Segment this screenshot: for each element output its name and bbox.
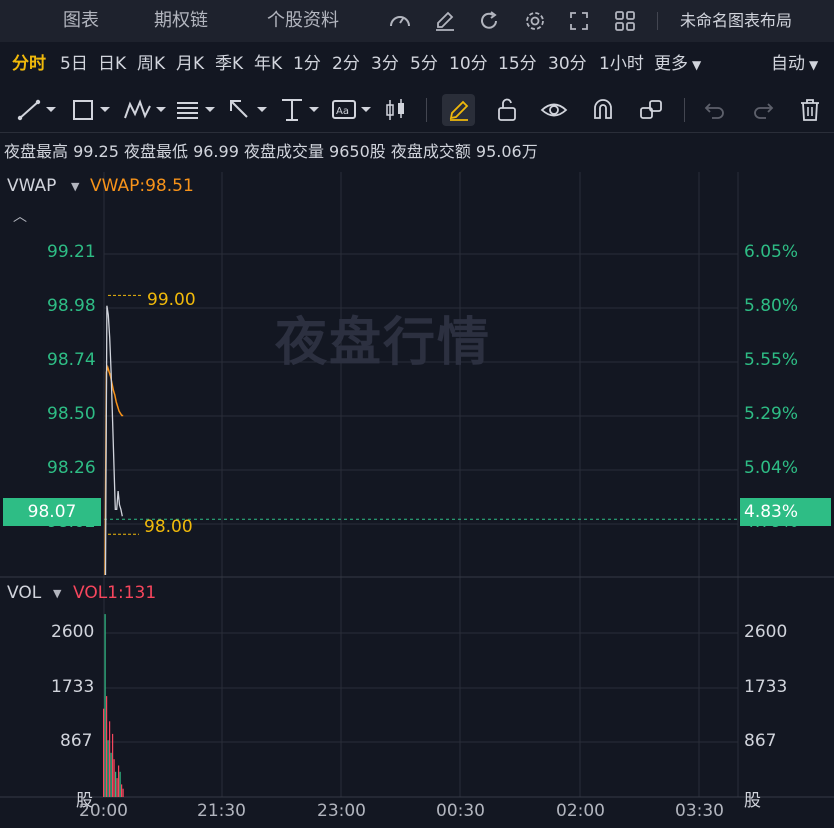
percent-axis-tick: 5.29% [744,404,799,424]
percent-axis-tick: 5.80% [744,296,799,316]
volume-bar [110,752,112,797]
watermark: 夜盘行情 [275,313,492,373]
volume-bar [118,765,120,797]
chevron-down-icon[interactable]: ▼ [71,180,79,193]
volume-bar [121,784,123,797]
volume-bar [106,696,108,797]
volume-bar [104,614,106,797]
price-markers [108,294,142,535]
percent-axis-tick: 5.04% [744,458,799,478]
price-chart[interactable] [0,0,834,828]
high-price-label: 99.00 [147,290,196,310]
volume-indicator-name[interactable]: VOL [7,583,41,603]
volume-bars [103,614,124,797]
volume-bar [107,740,109,797]
time-axis-tick: 23:00 [317,801,366,821]
volume-axis-tick: 1733 [744,677,788,697]
volume-axis-tick: 867 [744,731,777,751]
percent-axis-tick: 5.55% [744,350,799,370]
volume-axis-tick: 867 [60,731,93,751]
percent-axis-tick: 6.05% [744,242,799,262]
chevron-down-icon[interactable]: ▼ [53,587,61,600]
time-axis-tick: 21:30 [197,801,246,821]
time-axis-tick: 00:30 [436,801,485,821]
time-axis-tick: 03:30 [675,801,724,821]
volume-axis-tick: 2600 [744,622,788,642]
volume-axis-unit: 股 [744,791,761,811]
volume-bar [103,708,105,797]
current-percent-badge: 4.83% [740,498,831,526]
price-axis-tick: 98.50 [47,404,96,424]
low-price-label: 98.00 [144,517,193,537]
volume-bar [115,771,117,797]
collapse-icon[interactable]: ︿ [13,206,27,226]
time-axis-tick: 02:00 [556,801,605,821]
indicator-name[interactable]: VWAP [7,176,56,196]
volume-bar [109,721,111,797]
volume-bar [122,788,124,797]
price-axis-tick: 98.26 [47,458,96,478]
current-price-badge: 98.07 [3,498,101,526]
volume-axis-tick: 2600 [51,622,95,642]
volume-bar [119,771,121,797]
volume-bar [112,733,114,797]
time-axis-tick: 20:00 [79,801,128,821]
chart-grid [0,172,834,798]
volume-bar [113,759,115,797]
volume-indicator-value: VOL1:131 [73,583,157,603]
indicator-value: VWAP:98.51 [90,176,194,196]
price-axis-tick: 98.98 [47,296,96,316]
volume-axis-tick: 1733 [51,677,95,697]
price-axis-tick: 99.21 [47,242,96,262]
volume-bar [116,778,118,797]
price-axis-tick: 98.74 [47,350,96,370]
